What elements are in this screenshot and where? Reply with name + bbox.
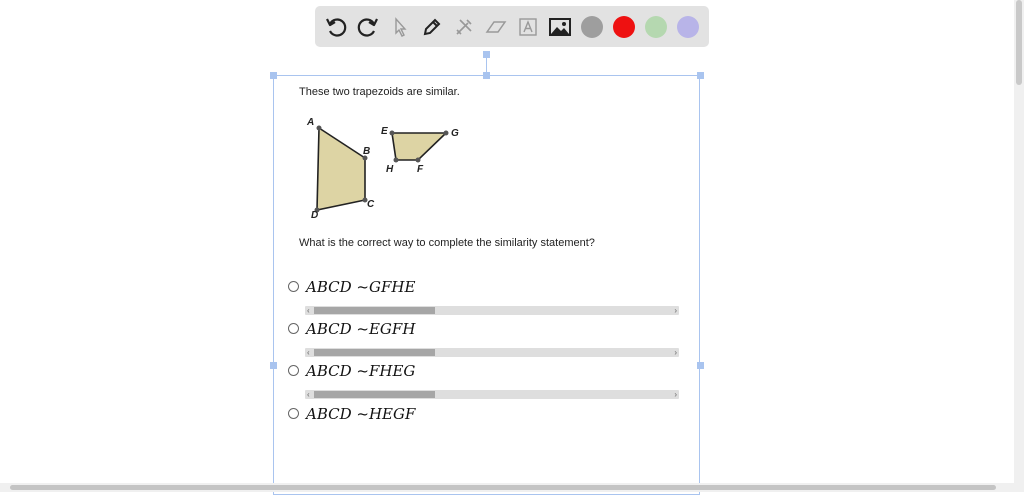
scroll-left-icon[interactable]: ‹ — [307, 388, 310, 401]
scroll-right-icon[interactable]: › — [674, 388, 677, 401]
resize-handle-top-left[interactable] — [270, 72, 277, 79]
question-intro: These two trapezoids are similar. — [299, 86, 460, 98]
color-swatch-green[interactable] — [645, 16, 667, 38]
label-d: D — [311, 210, 318, 221]
scroll-left-icon[interactable]: ‹ — [307, 346, 310, 359]
label-c: C — [367, 199, 375, 210]
label-e: E — [381, 126, 388, 137]
tools-icon[interactable] — [451, 14, 477, 40]
option-text-3: ABCD ~FHEG — [306, 362, 416, 380]
page-vertical-scroll-thumb[interactable] — [1016, 0, 1022, 85]
resize-handle-top[interactable] — [483, 72, 490, 79]
option-radio-3[interactable] — [288, 365, 299, 376]
pen-icon[interactable] — [419, 14, 445, 40]
color-swatch-purple[interactable] — [677, 16, 699, 38]
option-scrollbar-1[interactable]: ‹ › — [305, 306, 679, 315]
redo-icon[interactable] — [355, 14, 381, 40]
resize-handle-left[interactable] — [270, 362, 277, 369]
trapezoid-eghf — [391, 132, 448, 161]
scroll-right-icon[interactable]: › — [674, 304, 677, 317]
label-h: H — [386, 164, 394, 175]
option-radio-1[interactable] — [288, 281, 299, 292]
text-box-icon[interactable] — [515, 14, 541, 40]
eraser-icon[interactable] — [483, 14, 509, 40]
trapezoid-abcd — [316, 126, 366, 211]
resize-handle-top-right[interactable] — [697, 72, 704, 79]
rotate-handle[interactable] — [483, 51, 490, 58]
label-a: A — [306, 117, 314, 128]
scroll-thumb[interactable] — [314, 391, 435, 398]
color-swatch-gray[interactable] — [581, 16, 603, 38]
undo-icon[interactable] — [323, 14, 349, 40]
option-radio-4[interactable] — [288, 408, 299, 419]
option-scrollbar-2[interactable]: ‹ › — [305, 348, 679, 357]
image-icon[interactable] — [547, 14, 573, 40]
option-text-1: ABCD ~GFHE — [306, 278, 416, 296]
page-horizontal-scroll-thumb[interactable] — [10, 485, 996, 490]
page-horizontal-scrollbar[interactable] — [0, 483, 1014, 492]
option-text-2: ABCD ~EGFH — [306, 320, 416, 338]
option-text-4: ABCD ~HEGF — [306, 405, 416, 423]
label-f: F — [417, 164, 424, 175]
resize-handle-right[interactable] — [697, 362, 704, 369]
question-prompt: What is the correct way to complete the … — [299, 237, 595, 249]
scroll-left-icon[interactable]: ‹ — [307, 304, 310, 317]
scroll-right-icon[interactable]: › — [674, 346, 677, 359]
trapezoids-figure: A B C D E G H F — [306, 117, 459, 221]
scroll-thumb[interactable] — [314, 307, 435, 314]
pointer-icon[interactable] — [387, 14, 413, 40]
label-g: G — [451, 128, 459, 139]
color-swatch-red[interactable] — [613, 16, 635, 38]
drawing-toolbar — [315, 6, 709, 47]
page-vertical-scrollbar[interactable] — [1014, 0, 1024, 492]
scroll-thumb[interactable] — [314, 349, 435, 356]
label-b: B — [363, 146, 370, 157]
option-scrollbar-3[interactable]: ‹ › — [305, 390, 679, 399]
option-radio-2[interactable] — [288, 323, 299, 334]
